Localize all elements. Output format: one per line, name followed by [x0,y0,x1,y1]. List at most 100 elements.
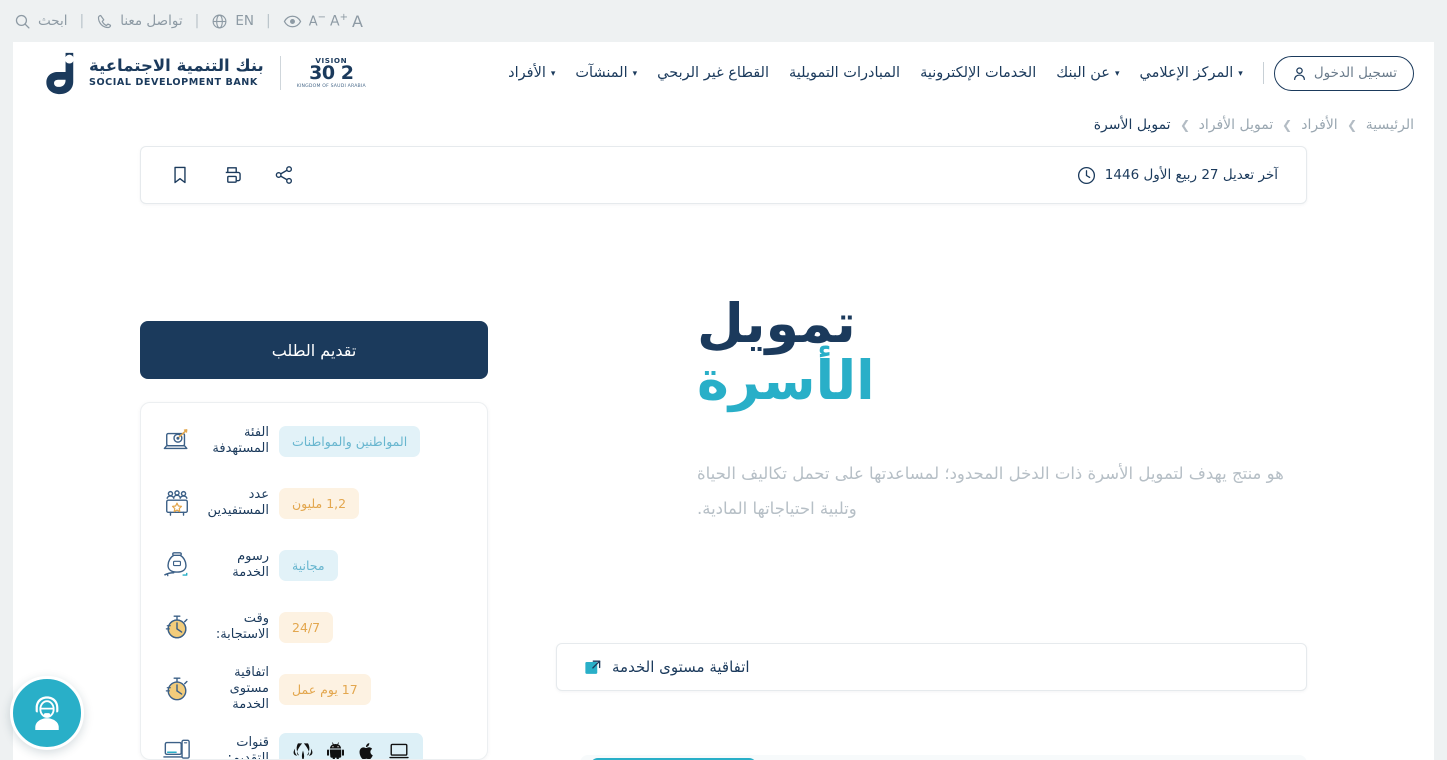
vision-number: 2 30 [309,61,354,84]
detail-value-wrap [279,732,423,759]
detail-row-channels: قنوات التقديم: [161,731,467,759]
breadcrumb-separator: ❮ [1282,118,1293,132]
detail-row-service-fee: رسوم الخدمة مجانية [161,545,467,585]
detail-value-wrap: 17 يوم عمل [279,673,371,705]
detail-label: اتفاقية مستوى الخدمة [229,664,269,713]
detail-row-target-audience: الفئة المستهدفة المواطنين والمواطنات [161,421,467,461]
product-details-card: الفئة المستهدفة المواطنين والمواطنات عدد… [140,402,488,760]
vision-bottom-label: KINGDOM OF SAUDI ARABIA [296,83,366,89]
share-icon[interactable] [273,164,295,186]
brand-logo[interactable]: بنك التنمية الاجتماعية SOCIAL DEVELOPMEN… [33,49,366,97]
detail-value-wrap: مجانية [279,549,338,581]
page-root: ابحث | تواصل معنا | EN | −A +A A تسجيل ا… [0,0,1447,760]
nav-item-financing-initiatives[interactable]: المبادرات التمويلية [779,59,910,87]
nav-item-nonprofit-sector[interactable]: القطاع غير الربحي [647,59,779,87]
detail-row-beneficiaries: عدد المستفيدين 1,2 مليون [161,483,467,523]
nav-divider [1262,62,1264,84]
support-agent-icon [35,696,59,730]
minus-icon: − [317,12,326,24]
language-switcher[interactable]: EN [211,13,254,30]
external-link-icon [585,659,601,674]
chevron-down-icon: ▾ [1114,69,1120,79]
money-bag-icon [161,551,193,579]
phone-icon [98,14,112,28]
sla-label: اتفاقية مستوى الخدمة [612,658,750,676]
utility-separator-3: | [265,13,271,29]
eye-icon [283,15,301,27]
font-small-label: A [308,14,318,30]
target-laptop-icon [161,427,193,455]
utility-separator-2: | [194,13,200,29]
font-size-increase[interactable]: +A [330,12,348,30]
detail-value-badge: 17 يوم عمل [279,673,371,705]
contact-button[interactable]: تواصل معنا [96,13,183,30]
user-icon [1293,66,1305,80]
detail-label: الفئة المستهدفة [212,424,269,456]
nav-item-e-services[interactable]: الخدمات الإلكترونية [910,59,1046,87]
detail-value-badge: 1,2 مليون [279,487,360,519]
channels-badge [279,732,423,759]
huawei-icon [293,742,313,759]
detail-value-wrap: 1,2 مليون [279,487,360,519]
last-modified-group: آخر تعديل 27 ربيع الأول 1446 [1076,165,1278,186]
font-size-controls[interactable]: −A +A A [309,12,363,31]
print-icon[interactable] [221,164,243,186]
desktop-icon [389,743,409,759]
utility-separator-1: | [79,13,85,29]
nav-item-about-bank[interactable]: عن البنك ▾ [1046,59,1129,87]
brand-name-en: SOCIAL DEVELOPMENT BANK [89,76,258,88]
search-label: ابحث [38,13,68,29]
nav-item-enterprises[interactable]: المنشآت ▾ [565,59,647,87]
nav-label: المبادرات التمويلية [789,65,901,81]
page-title-line2: الأسرة [697,349,876,412]
search-button[interactable]: ابحث [14,13,67,30]
language-label: EN [235,13,254,29]
stopwatch-icon [161,613,193,641]
search-icon [15,14,30,29]
breadcrumb-item-individual-financing[interactable]: تمويل الأفراد [1199,117,1274,133]
nav-links: تسجيل الدخول المركز الإعلامي ▾ عن البنك … [498,55,1414,91]
breadcrumb-item-individuals[interactable]: الأفراد [1301,117,1337,133]
login-button[interactable]: تسجيل الدخول [1273,55,1414,91]
detail-label: وقت الاستجابة: [215,610,269,642]
nav-label: المركز الإعلامي [1139,65,1234,81]
page-sheet: تسجيل الدخول المركز الإعلامي ▾ عن البنك … [13,42,1434,760]
page-title-line1: تمويل [697,292,857,355]
font-size-decrease[interactable]: −A [309,12,326,30]
detail-value-badge: مجانية [279,549,338,581]
page-info-strip: آخر تعديل 27 ربيع الأول 1446 [140,146,1307,204]
font-size-default[interactable]: A [352,12,363,31]
stopwatch-icon [161,675,193,703]
brand-text: بنك التنمية الاجتماعية SOCIAL DEVELOPMEN… [89,58,264,87]
utility-bar: ابحث | تواصل معنا | EN | −A +A A [0,0,1447,42]
detail-row-response-time: وقت الاستجابة: 24/7 [161,607,467,647]
login-label: تسجيل الدخول [1313,65,1397,81]
brand-divider [279,56,281,90]
breadcrumb-item-home[interactable]: الرئيسية [1366,117,1414,133]
detail-value-badge: المواطنين والمواطنات [279,425,421,457]
apply-button[interactable]: تقديم الطلب [140,321,488,379]
service-level-agreement-card[interactable]: اتفاقية مستوى الخدمة [556,643,1307,691]
breadcrumb-item-family-financing: تمويل الأسرة [1093,117,1171,133]
chevron-down-icon: ▾ [550,69,556,79]
main-navigation: تسجيل الدخول المركز الإعلامي ▾ عن البنك … [13,42,1434,104]
globe-icon [212,14,227,28]
detail-label: رسوم الخدمة [232,548,269,580]
nav-item-media-center[interactable]: المركز الإعلامي ▾ [1129,59,1252,87]
clock-icon [1077,166,1095,184]
page-title: تمويل الأسرة [697,297,1307,410]
contact-label: تواصل معنا [120,13,183,29]
page-description: هو منتج يهدف لتمويل الأسرة ذات الدخل الم… [697,463,1284,519]
bookmark-icon[interactable] [169,164,191,186]
beneficiaries-icon [161,489,193,517]
devices-icon [161,737,193,759]
detail-label: عدد المستفيدين [207,486,269,518]
product-tabs: تعرف على المنتج الشروط المتطلبات الأسئلة… [580,755,1307,760]
breadcrumb-separator: ❮ [1179,118,1190,132]
sdb-logo-icon [46,52,74,95]
chat-support-button[interactable] [10,676,84,750]
nav-item-individuals[interactable]: الأفراد ▾ [498,59,565,87]
accessibility-controls[interactable]: −A +A A [283,12,363,31]
apple-icon [359,742,373,759]
nav-label: الأفراد [508,65,546,81]
